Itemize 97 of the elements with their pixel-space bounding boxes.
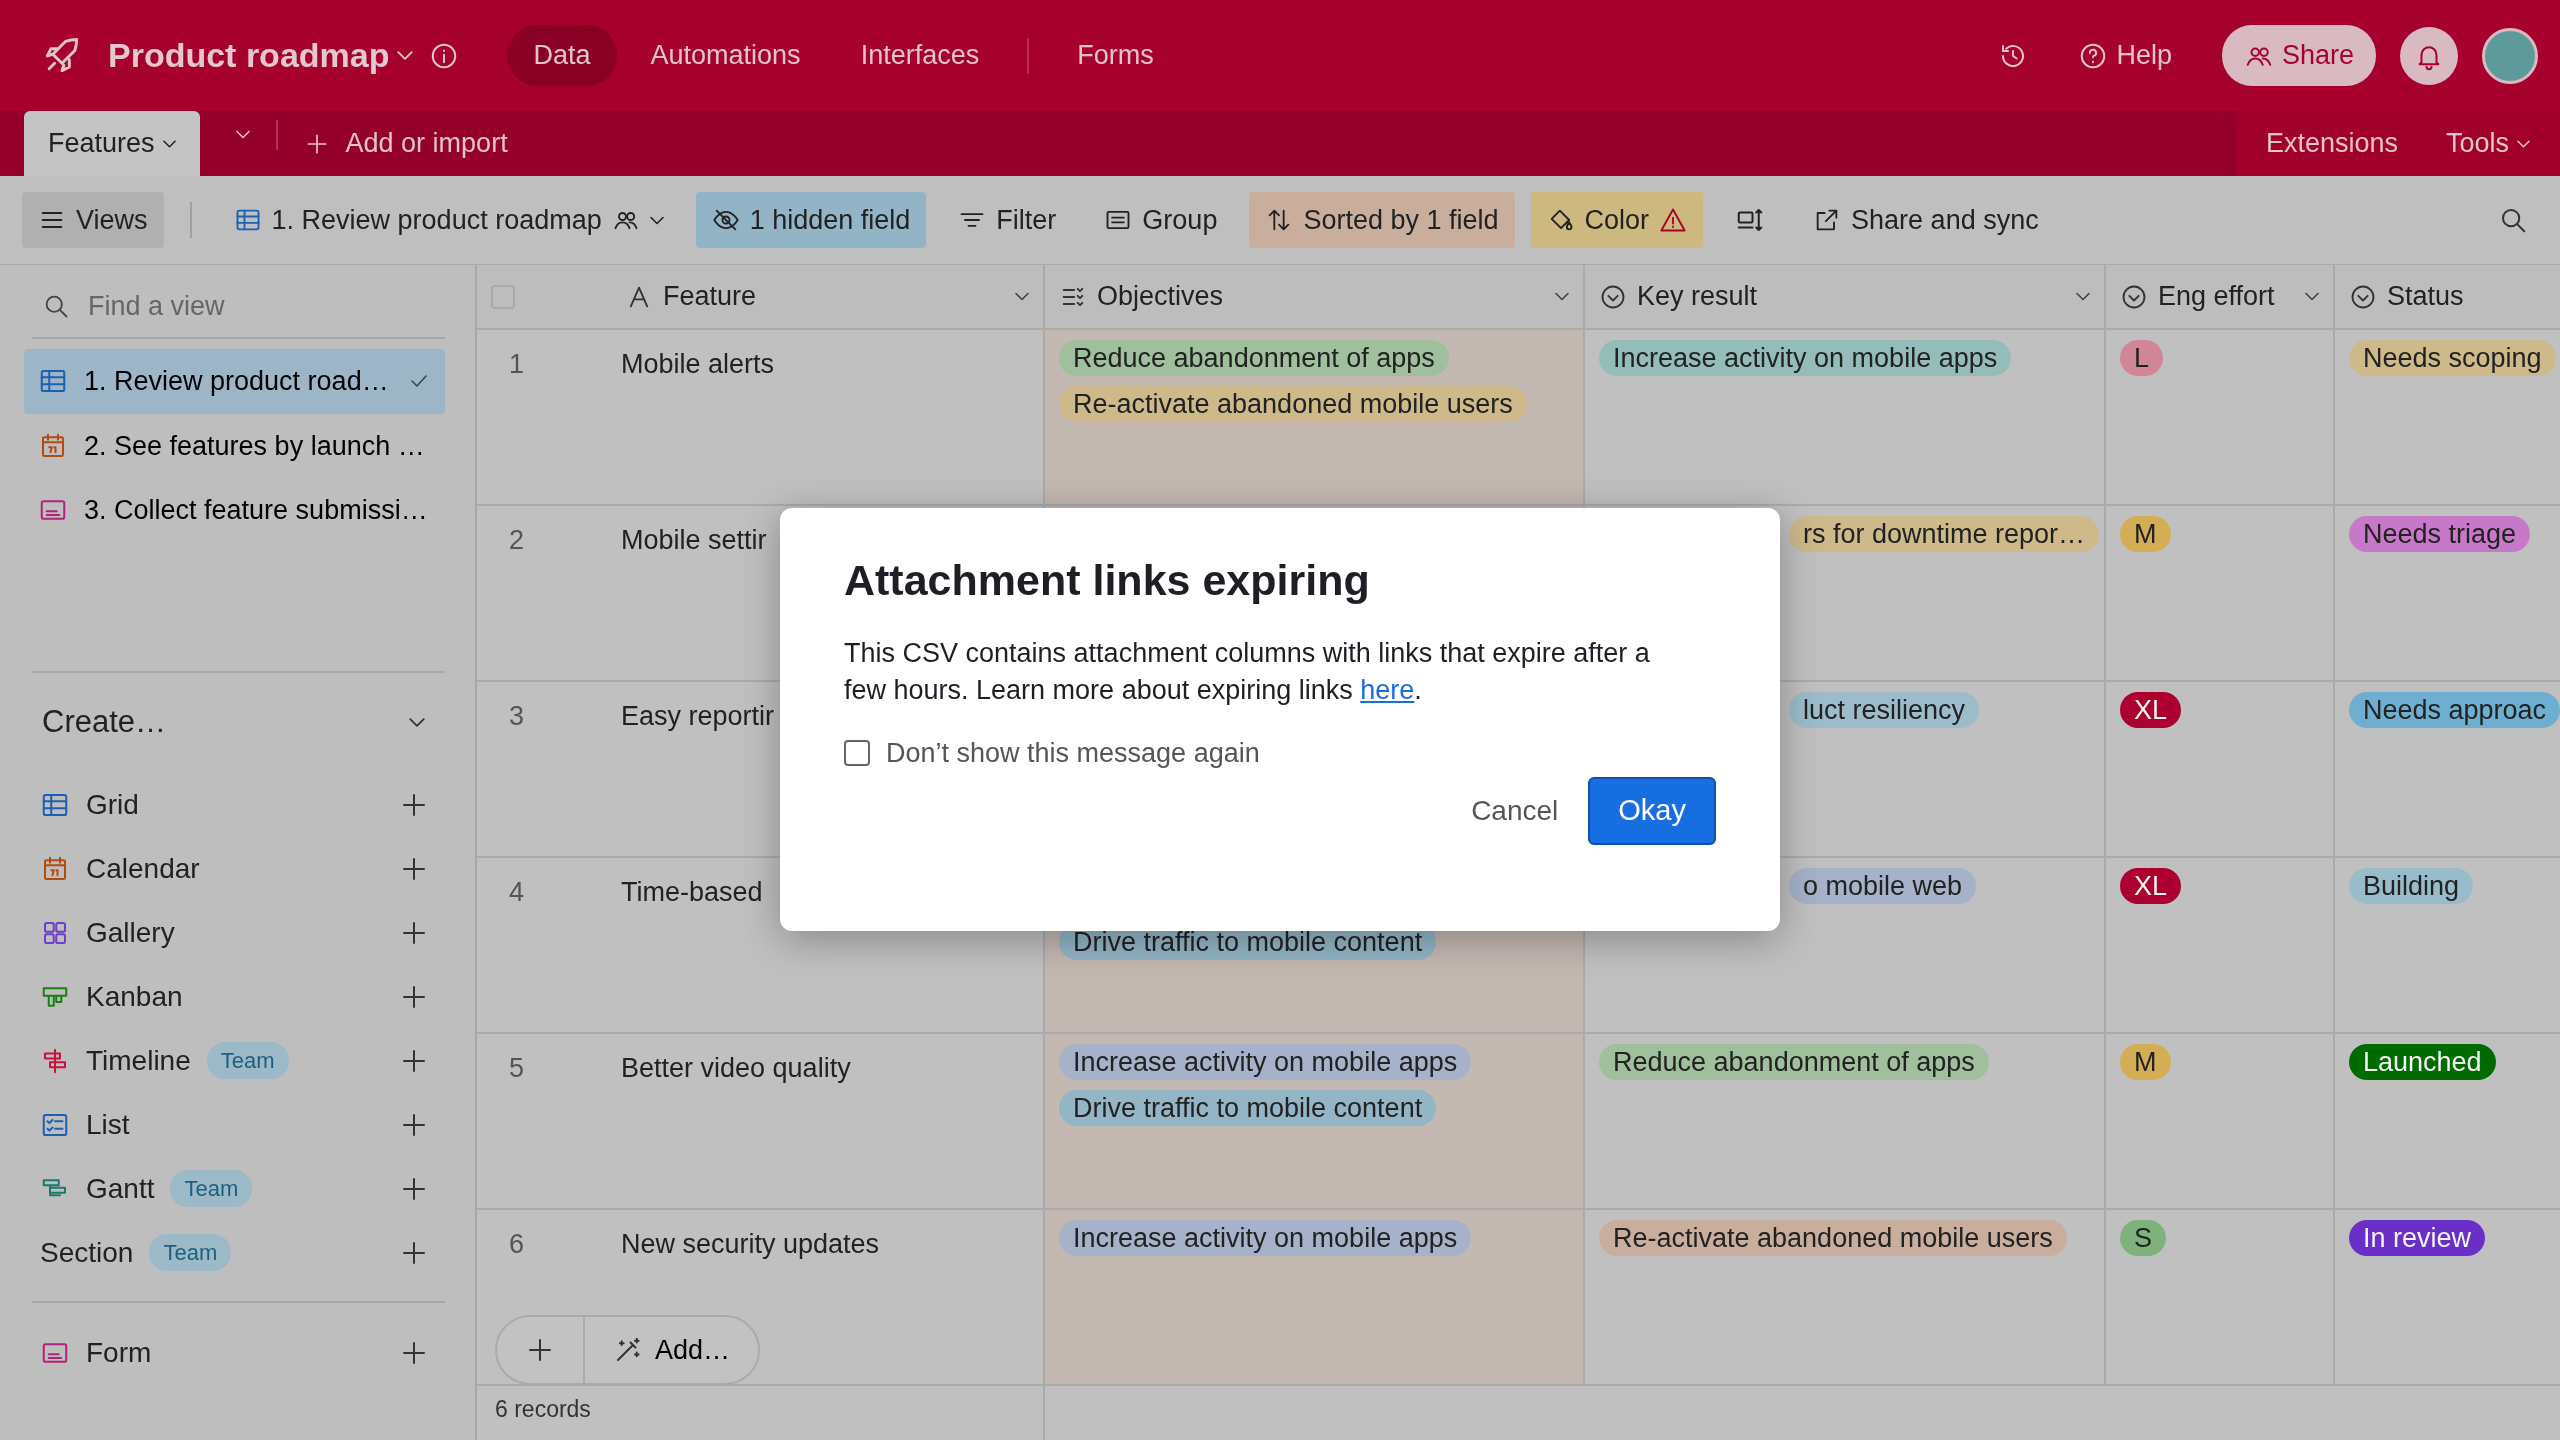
nav-tab[interactable]: Forms [1051,25,1180,86]
column-header[interactable]: Objectives [1045,265,1585,328]
key-result-tag: rs for downtime repor… [1789,516,2100,552]
create-option[interactable]: Grid [86,783,139,826]
view-item[interactable]: 1. Review product road… [24,349,445,414]
record-count: 6 records [477,1386,1045,1440]
feature-name: Better video quality [621,1052,851,1085]
learn-more-link[interactable]: here [1360,674,1415,705]
key-result-tag: o mobile web [1789,868,1977,904]
team-badge: Team [206,1042,289,1079]
status-tag: Building [2349,868,2474,904]
sort-button[interactable]: Sorted by 1 field [1249,191,1515,249]
okay-button[interactable]: Okay [1588,777,1716,845]
tools-menu[interactable]: Tools [2445,111,2530,176]
caret-icon [162,139,176,148]
nav-tab[interactable]: Automations [624,25,827,86]
status-tag: In review [2349,1220,2486,1256]
objective-tag: Drive traffic to mobile content [1059,1090,1437,1126]
status-tag: Needs triage [2349,516,2531,552]
create-option[interactable]: Kanban [86,975,183,1018]
hidden-fields-button[interactable]: 1 hidden field [695,191,927,249]
effort-tag: XL [2120,868,2182,904]
caret-icon [1555,292,1569,301]
feature-name: Mobile settir [621,524,767,557]
row-number: 3 [508,700,526,733]
row-number: 4 [508,876,526,909]
color-button[interactable]: Color [1530,191,1704,249]
checkbox[interactable] [844,739,870,766]
effort-tag: S [2120,1220,2166,1256]
create-option[interactable]: Calendar [86,847,200,890]
row-number: 6 [508,1228,526,1261]
nav-tab[interactable]: Data [507,25,617,86]
view-item[interactable]: 3. Collect feature submissi… [24,478,445,543]
column-header[interactable]: Eng effort [2106,265,2335,328]
column-header[interactable]: Status [2335,265,2560,328]
column-header[interactable]: Feature [477,265,1045,328]
objective-tag: Re-activate abandoned mobile users [1059,386,1527,422]
create-option[interactable]: List [86,1103,130,1146]
create-option[interactable]: Timeline [86,1039,191,1082]
dialog-title: Attachment links expiring [844,555,1371,606]
effort-tag: M [2120,516,2171,552]
status-tag: Needs scoping [2349,340,2556,376]
views-button[interactable]: Views [22,191,164,249]
caret-icon [1015,292,1029,301]
row-number: 2 [508,524,526,557]
objective-tag: Reduce abandonment of apps [1059,340,1449,376]
cancel-button[interactable]: Cancel [1465,788,1565,833]
share-button[interactable]: Share [2221,25,2376,86]
row-number: 5 [508,1052,526,1085]
caret-icon [2305,292,2319,301]
effort-tag: L [2120,340,2164,376]
feature-name: Time-based [621,876,763,909]
warning-icon [1659,206,1688,234]
key-result-tag: Increase activity on mobile apps [1599,340,2012,376]
view-search-field[interactable]: Find a view [86,284,386,328]
key-result-tag: Reduce abandonment of apps [1599,1044,1989,1080]
row-number: 1 [508,348,526,381]
status-tag: Launched [2349,1044,2496,1080]
notifications-button[interactable] [2400,26,2458,85]
caret-icon [649,215,664,225]
checkbox-label[interactable]: Don’t show this message again [886,732,1260,773]
feature-name: New security updates [621,1228,880,1261]
add-import-button[interactable]: Add or import [293,111,518,176]
view-item[interactable]: 2. See features by launch … [24,413,445,478]
effort-tag: M [2120,1044,2171,1080]
objective-tag: Increase activity on mobile apps [1059,1044,1472,1080]
dialog-message: This CSV contains attachment columns with links that expire after a few hours. Learn more about expiring links here. [844,636,1651,707]
add-record-control[interactable]: Add… [495,1315,761,1385]
create-option[interactable]: Form [86,1331,152,1374]
create-option[interactable]: Gallery [86,911,175,954]
objective-tag: Increase activity on mobile apps [1059,1220,1472,1256]
team-badge: Team [170,1170,253,1207]
caret-icon[interactable] [409,718,425,727]
app-title: Product roadmap [108,35,390,76]
key-result-tag: Re-activate abandoned mobile users [1599,1220,2067,1256]
filter-button[interactable]: Filter [942,191,1073,249]
feature-name: Mobile alerts [621,348,775,381]
table-tab[interactable]: Features [24,111,200,176]
nav-tab[interactable]: Interfaces [834,25,1006,86]
view-switcher[interactable]: 1. Review product roadmap [217,191,680,249]
key-result-tag: luct resiliency [1789,692,1980,728]
effort-tag: XL [2120,692,2182,728]
share-sync-button[interactable]: Share and sync [1797,191,2055,249]
column-header[interactable]: Key result [1585,265,2106,328]
caret-icon [2076,292,2090,301]
create-option[interactable]: Section [40,1231,134,1274]
create-heading: Create… [42,703,167,742]
caret-icon [2517,139,2530,148]
status-tag: Needs approac [2349,692,2560,728]
help-button[interactable]: Help [2052,25,2198,86]
extensions-button[interactable]: Extensions [2265,111,2398,176]
create-option[interactable]: Gantt [86,1167,155,1210]
add-menu-button[interactable]: Add… [585,1317,759,1383]
group-button[interactable]: Group [1088,191,1234,249]
avatar[interactable] [2482,27,2538,84]
team-badge: Team [149,1234,232,1271]
feature-name: Easy reportir [621,700,775,733]
